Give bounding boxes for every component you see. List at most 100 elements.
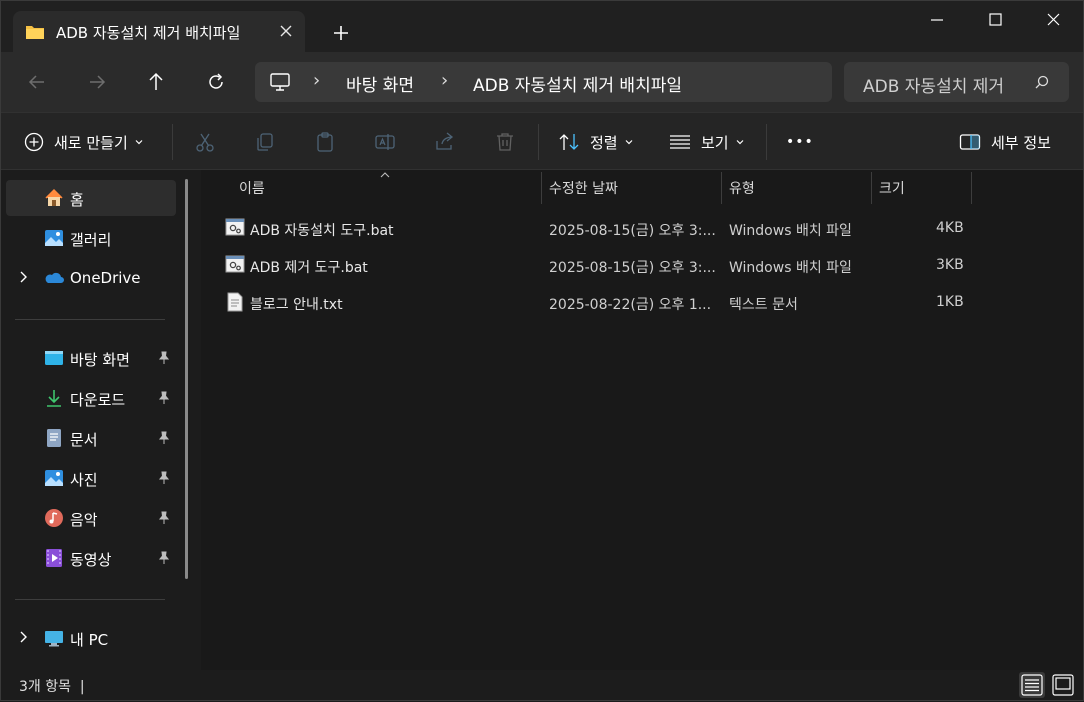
documents-icon [44, 428, 64, 448]
sidebar-item-label: 동영상 [70, 551, 112, 569]
column-header-size[interactable]: 크기 [872, 170, 971, 204]
sidebar-item-desktop[interactable]: 바탕 화면 [6, 340, 176, 376]
column-header-label: 수정한 날짜 [549, 181, 618, 197]
address-bar[interactable]: › 바탕 화면 › ADB 자동설치 제거 배치파일 [255, 62, 832, 102]
sidebar-item-label: 바탕 화면 [70, 351, 130, 369]
share-icon[interactable] [434, 130, 466, 154]
sidebar-item-label: 문서 [70, 431, 98, 449]
refresh-icon[interactable] [204, 70, 228, 94]
back-arrow-icon[interactable] [25, 70, 49, 94]
batch-file-icon [225, 218, 245, 240]
pin-icon[interactable] [158, 551, 170, 569]
column-header-name[interactable]: 이름 [201, 170, 541, 204]
desktop-icon [44, 348, 64, 368]
file-date: 2025-08-15(금) 오후 3:... [549, 223, 716, 239]
view-label: 보기 [701, 133, 729, 152]
search-icon[interactable] [1034, 74, 1050, 94]
sidebar-item-label: 내 PC [70, 631, 109, 649]
chevron-right-icon[interactable] [18, 630, 30, 648]
sidebar-item-label: 홈 [70, 191, 84, 209]
status-bar: 3개 항목 | [1, 670, 1083, 700]
sidebar-item-this-pc[interactable]: 내 PC [6, 620, 176, 656]
tab-close-icon[interactable] [275, 20, 297, 42]
copy-icon[interactable] [254, 130, 286, 154]
file-row[interactable]: ADB 제거 도구.bat 2025-08-15(금) 오후 3:... Win… [215, 247, 975, 283]
music-icon [44, 508, 64, 528]
view-button[interactable]: 보기 [669, 130, 745, 154]
toolbar-divider [766, 124, 767, 160]
tab-current-folder[interactable]: ADB 자동설치 제거 배치파일 [13, 11, 305, 52]
home-icon [44, 188, 64, 208]
breadcrumb-chevron-icon: › [313, 70, 321, 91]
breadcrumb-desktop[interactable]: 바탕 화면 [346, 71, 414, 96]
cut-icon[interactable] [194, 130, 226, 154]
sidebar-item-label: 음악 [70, 511, 98, 529]
pin-icon[interactable] [158, 431, 170, 449]
column-header-date[interactable]: 수정한 날짜 [542, 170, 721, 204]
details-view-icon[interactable] [1019, 672, 1045, 698]
tab-title: ADB 자동설치 제거 배치파일 [56, 24, 241, 42]
chevron-right-icon[interactable] [18, 270, 30, 288]
column-separator[interactable] [971, 172, 972, 204]
chevron-down-icon [135, 140, 143, 145]
search-input[interactable]: ADB 자동설치 제거 [844, 62, 1069, 102]
details-pane-button[interactable]: 세부 정보 [959, 130, 1051, 154]
column-header-type[interactable]: 유형 [722, 170, 871, 204]
sidebar-divider [15, 599, 165, 600]
details-pane-icon [959, 134, 981, 150]
sidebar-item-gallery[interactable]: 갤러리 [6, 220, 176, 256]
sort-button[interactable]: 정렬 [558, 130, 634, 154]
file-type: Windows 배치 파일 [729, 223, 852, 239]
pin-icon[interactable] [158, 391, 170, 409]
file-row[interactable]: ADB 자동설치 도구.bat 2025-08-15(금) 오후 3:... W… [215, 210, 975, 246]
file-type: 텍스트 문서 [729, 297, 798, 313]
column-header-label: 이름 [239, 181, 265, 197]
file-size: 4KB [936, 220, 964, 236]
minimize-icon[interactable] [908, 1, 966, 39]
new-tab-icon[interactable] [329, 21, 353, 45]
paste-icon[interactable] [314, 130, 346, 154]
sidebar-item-home[interactable]: 홈 [6, 180, 176, 216]
videos-icon [44, 548, 64, 568]
file-size: 3KB [936, 257, 964, 273]
command-bar: 새로 만들기 정렬 보기 ••• 세부 정보 [1, 112, 1083, 170]
pin-icon[interactable] [158, 511, 170, 529]
up-arrow-icon[interactable] [144, 70, 168, 94]
sidebar-item-music[interactable]: 음악 [6, 500, 176, 536]
more-options-button[interactable]: ••• [786, 130, 814, 154]
file-row[interactable]: 블로그 안내.txt 2025-08-22(금) 오후 1... 텍스트 문서 … [215, 284, 975, 320]
sidebar-item-label: 다운로드 [70, 391, 126, 409]
file-date: 2025-08-22(금) 오후 1... [549, 297, 712, 313]
file-list: 이름 수정한 날짜 유형 크기 ADB 자동설치 도구.bat 2025-08-… [201, 170, 1083, 670]
sidebar-item-onedrive[interactable]: OneDrive [6, 260, 176, 296]
rename-icon[interactable] [374, 130, 406, 154]
text-file-icon [225, 292, 245, 316]
this-pc-icon [44, 628, 64, 648]
forward-arrow-icon[interactable] [85, 70, 109, 94]
breadcrumb-current-folder[interactable]: ADB 자동설치 제거 배치파일 [473, 71, 682, 96]
maximize-icon[interactable] [966, 1, 1024, 39]
column-header-label: 유형 [729, 181, 755, 197]
explorer-window: ADB 자동설치 제거 배치파일 › 바탕 화면 › ADB 자동설치 제거 배… [0, 0, 1084, 701]
sidebar-item-downloads[interactable]: 다운로드 [6, 380, 176, 416]
new-button[interactable]: 새로 만들기 [24, 130, 144, 154]
sidebar-divider [15, 319, 165, 320]
computer-icon [269, 73, 291, 95]
sidebar-item-documents[interactable]: 문서 [6, 420, 176, 456]
pictures-icon [44, 468, 64, 488]
title-bar: ADB 자동설치 제거 배치파일 [1, 1, 1083, 52]
pin-icon[interactable] [158, 471, 170, 489]
sidebar-scrollbar[interactable] [185, 179, 188, 579]
delete-icon[interactable] [494, 130, 526, 154]
large-icons-view-icon[interactable] [1050, 672, 1076, 698]
sidebar-item-videos[interactable]: 동영상 [6, 540, 176, 576]
sidebar-item-label: OneDrive [70, 269, 141, 287]
file-size: 1KB [936, 294, 964, 310]
sidebar-item-pictures[interactable]: 사진 [6, 460, 176, 496]
pin-icon[interactable] [158, 351, 170, 369]
file-name: 블로그 안내.txt [250, 297, 343, 313]
folder-icon [25, 24, 45, 44]
sidebar-item-label: 사진 [70, 471, 98, 489]
close-window-icon[interactable] [1024, 1, 1082, 39]
onedrive-icon [44, 268, 64, 288]
